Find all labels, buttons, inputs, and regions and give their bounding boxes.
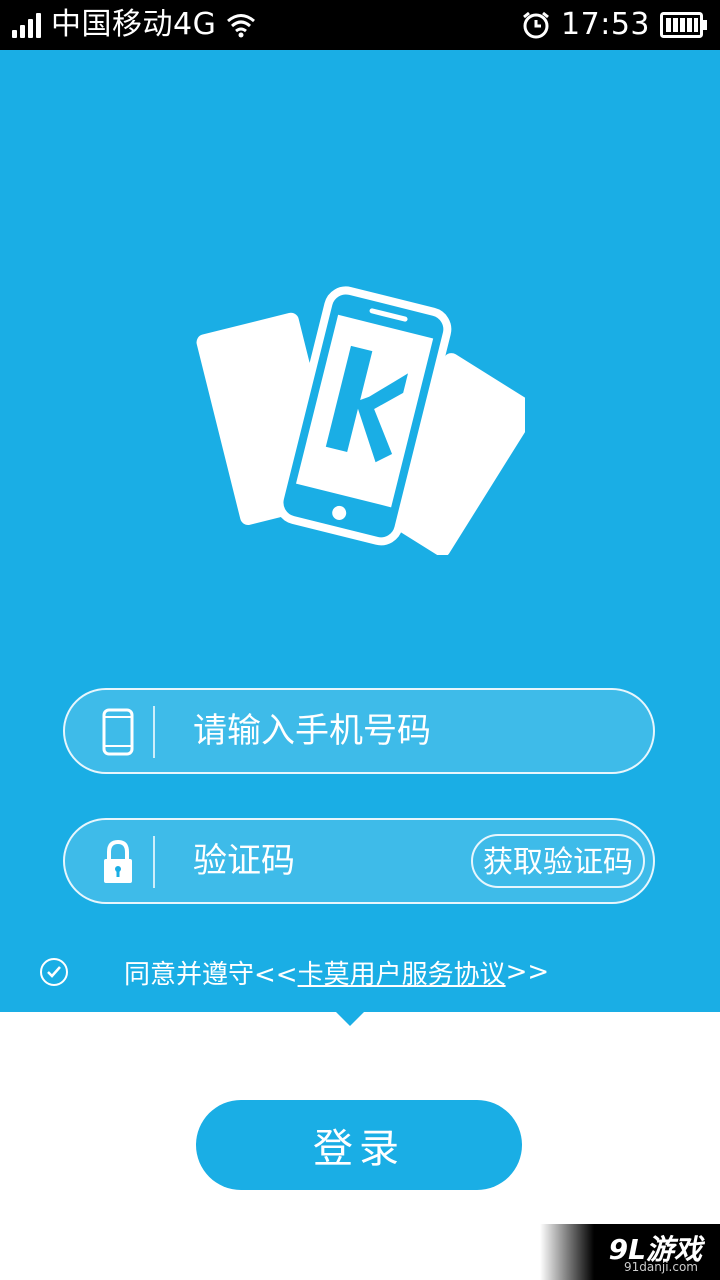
- clock-label: 17:53: [561, 7, 650, 42]
- mobile-phone-icon: [102, 708, 134, 756]
- status-left: 中国移动4G: [12, 0, 256, 50]
- battery-icon: [660, 12, 707, 38]
- phone-input[interactable]: [193, 690, 493, 772]
- field-separator: [153, 836, 155, 888]
- watermark-url: 91danji.com: [624, 1260, 698, 1274]
- signal-icon: [12, 12, 41, 38]
- code-input[interactable]: [193, 820, 493, 902]
- agreement-link[interactable]: 卡莫用户服务协议: [298, 954, 506, 991]
- code-field: 获取验证码: [63, 818, 655, 904]
- agreement-prefix: 同意并遵守<<: [124, 959, 298, 990]
- field-separator: [153, 706, 155, 758]
- agreement-checkbox[interactable]: [40, 958, 68, 986]
- get-code-button[interactable]: 获取验证码: [471, 834, 645, 888]
- carrier-label: 中国移动4G: [51, 7, 217, 42]
- alarm-icon: [523, 11, 549, 39]
- phone-field: [63, 688, 655, 774]
- lock-icon: [104, 839, 132, 883]
- watermark-logo: 9L游戏 91danji.com: [540, 1224, 720, 1280]
- wifi-icon: [227, 14, 256, 38]
- agreement-suffix: >>: [505, 957, 550, 987]
- pointer-notch: [335, 1011, 365, 1026]
- check-icon: [47, 966, 61, 978]
- agreement-row: 同意并遵守<< 卡莫用户服务协议 >>: [40, 954, 550, 991]
- status-right: 17:53: [521, 0, 708, 50]
- app-logo-icon: [196, 286, 525, 555]
- status-bar: 中国移动4G 17:53: [0, 0, 720, 50]
- login-button[interactable]: 登录: [196, 1100, 522, 1190]
